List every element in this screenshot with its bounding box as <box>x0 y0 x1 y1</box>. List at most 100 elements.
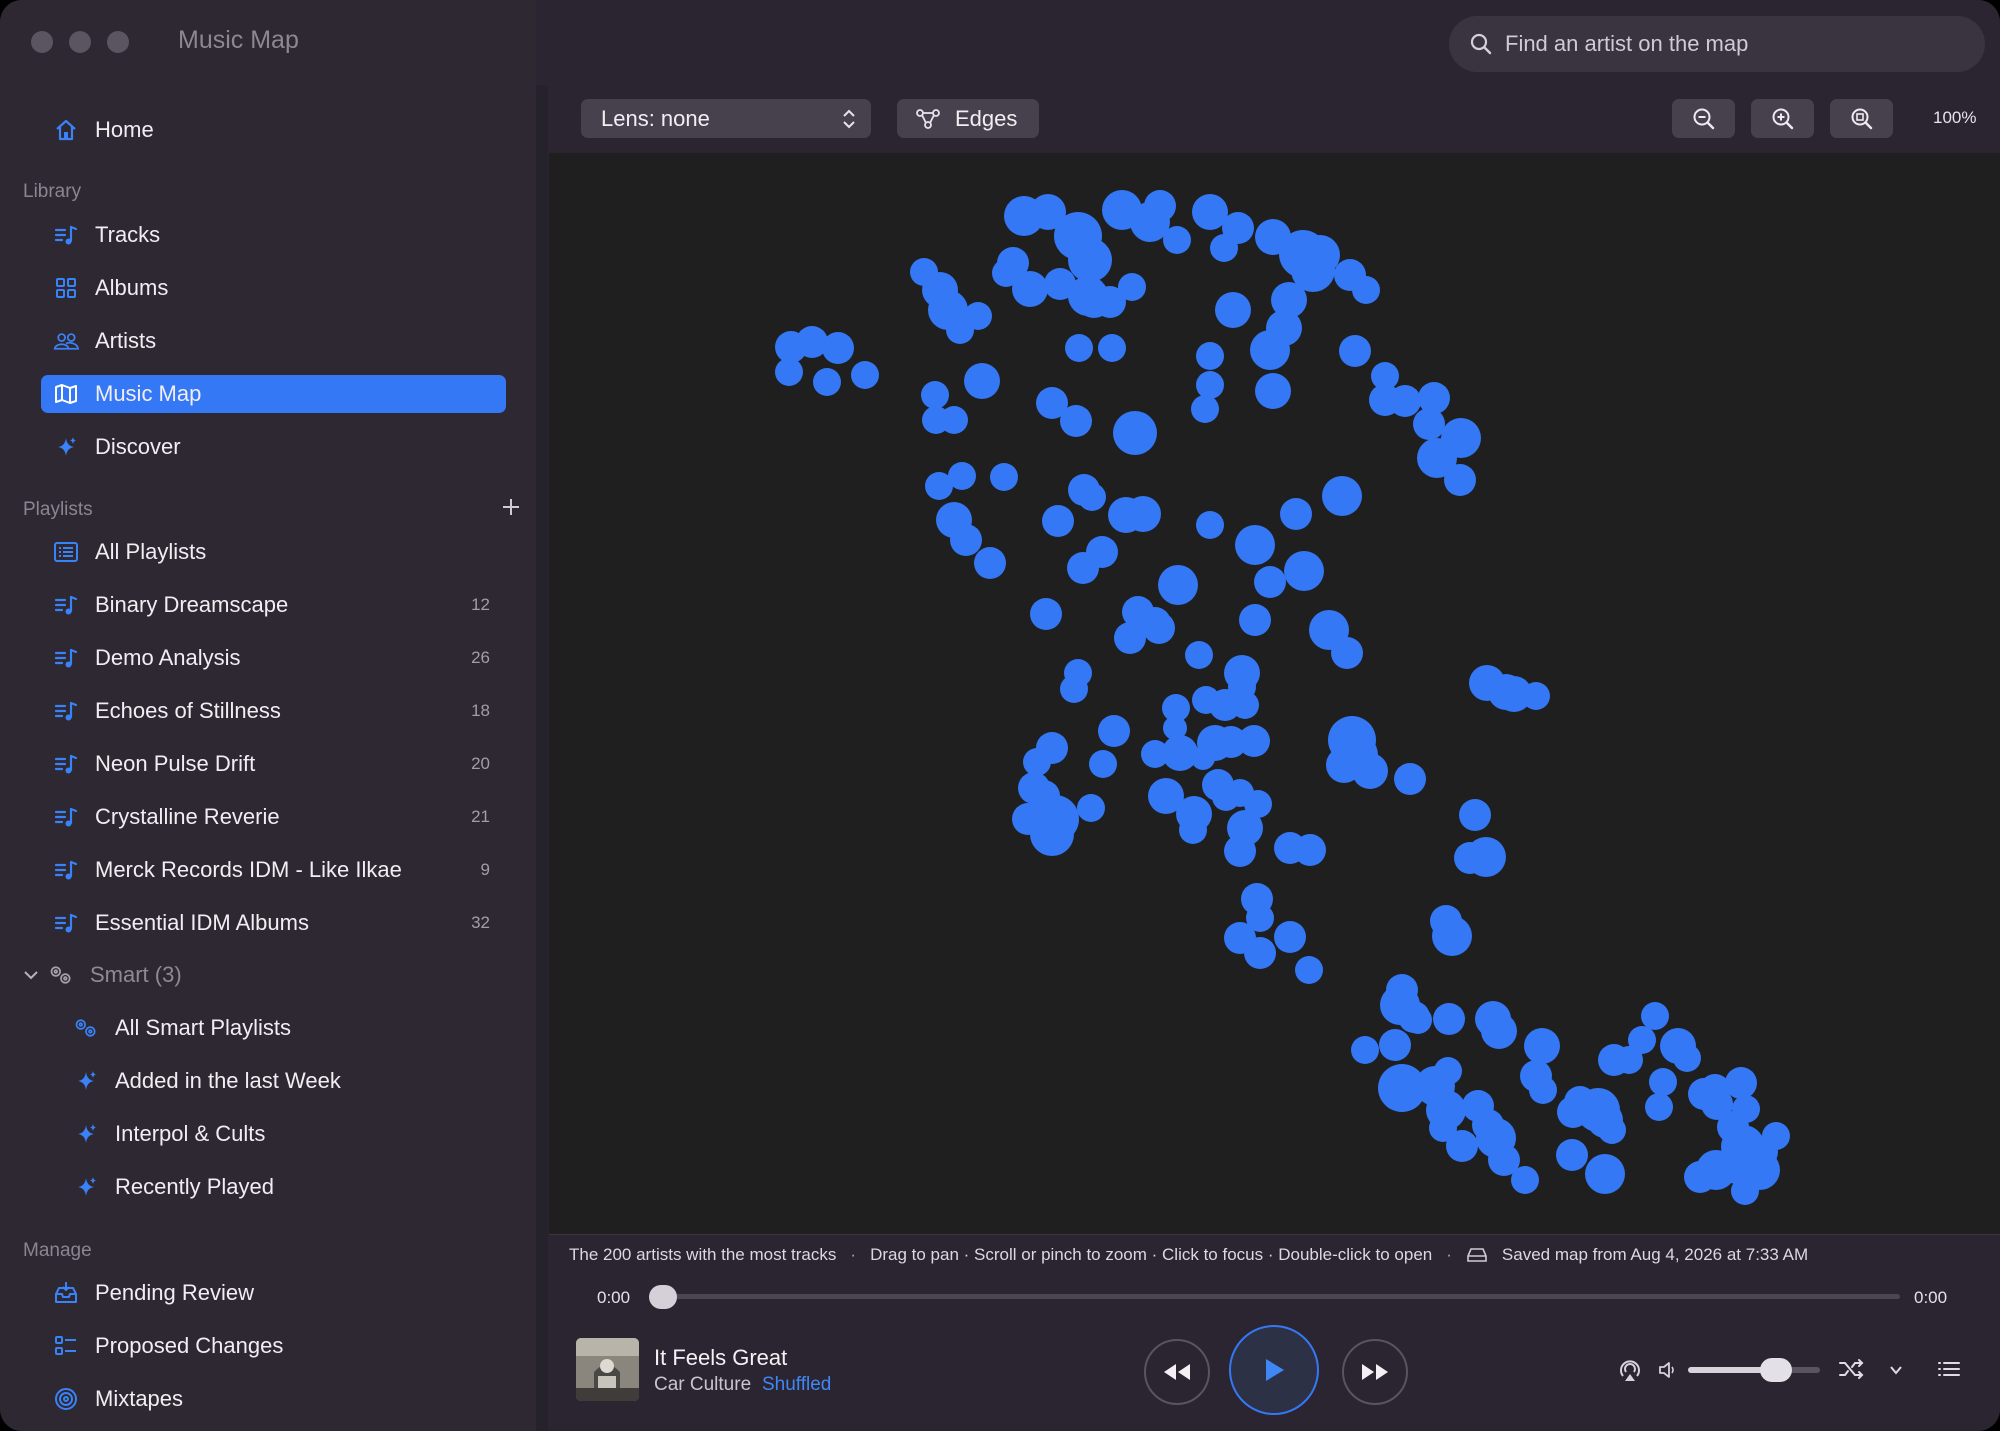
artist-node[interactable] <box>822 332 854 364</box>
artist-node[interactable] <box>1394 763 1426 795</box>
artist-node[interactable] <box>1556 1139 1588 1171</box>
sidebar-item-albums[interactable]: Albums <box>41 269 506 307</box>
fast-forward-button[interactable] <box>1342 1339 1408 1405</box>
artist-node[interactable] <box>1585 1154 1625 1194</box>
sidebar-item-playlist[interactable]: Echoes of Stillness 18 <box>41 692 506 730</box>
artist-node[interactable] <box>1192 686 1220 714</box>
artist-node[interactable] <box>1113 411 1157 455</box>
artist-node[interactable] <box>1762 1122 1790 1150</box>
zoom-in-button[interactable] <box>1751 99 1814 138</box>
artist-node[interactable] <box>1077 794 1105 822</box>
artist-node[interactable] <box>813 368 841 396</box>
artist-node[interactable] <box>1158 565 1198 605</box>
artist-node[interactable] <box>1239 604 1271 636</box>
minimize-window-button[interactable] <box>69 31 91 53</box>
artist-node[interactable] <box>1379 1029 1411 1061</box>
artist-node[interactable] <box>1331 637 1363 669</box>
artist-node[interactable] <box>1215 292 1251 328</box>
artist-node[interactable] <box>1228 673 1256 701</box>
artist-node[interactable] <box>1163 226 1191 254</box>
artist-node[interactable] <box>775 358 803 386</box>
playback-scrubber-handle[interactable] <box>649 1285 677 1309</box>
artist-node[interactable] <box>1125 496 1161 532</box>
lens-select[interactable]: Lens: none <box>581 99 871 138</box>
artist-node[interactable] <box>1295 956 1323 984</box>
sidebar-item-playlist[interactable]: Neon Pulse Drift 20 <box>41 745 506 783</box>
playback-progress-bar[interactable] <box>662 1294 1900 1299</box>
search-input[interactable]: Find an artist on the map <box>1505 31 1748 57</box>
artist-node[interactable] <box>1339 335 1371 367</box>
airplay-button[interactable] <box>1617 1357 1643 1383</box>
artist-node[interactable] <box>851 361 879 389</box>
artist-node[interactable] <box>1433 1003 1465 1035</box>
artist-node[interactable] <box>1224 835 1256 867</box>
sidebar-item-smart-playlist[interactable]: All Smart Playlists <box>41 1009 506 1047</box>
artist-node[interactable] <box>1598 1116 1626 1144</box>
artist-node[interactable] <box>1446 1130 1478 1162</box>
artist-node[interactable] <box>1284 551 1324 591</box>
sidebar-item-artists[interactable]: Artists <box>41 322 506 360</box>
artist-node[interactable] <box>1196 342 1224 370</box>
sidebar-item-all-playlists[interactable]: All Playlists <box>41 533 506 571</box>
sidebar-item-smart-playlist[interactable]: Interpol & Cults <box>41 1115 506 1153</box>
artist-node[interactable] <box>1731 1177 1759 1205</box>
artist-node[interactable] <box>1196 371 1224 399</box>
artist-node[interactable] <box>1274 921 1306 953</box>
artist-node-graph[interactable] <box>549 153 2000 1235</box>
rewind-button[interactable] <box>1144 1339 1210 1405</box>
sidebar-item-pending-review[interactable]: Pending Review <box>41 1274 506 1312</box>
artist-node[interactable] <box>1481 1013 1517 1049</box>
shuffle-button[interactable] <box>1838 1356 1866 1382</box>
sidebar-item-tracks[interactable]: Tracks <box>41 216 506 254</box>
sidebar-item-smart-playlist[interactable]: Added in the last Week <box>41 1062 506 1100</box>
artist-node[interactable] <box>974 547 1006 579</box>
artist-node[interactable] <box>1250 330 1290 370</box>
artist-node[interactable] <box>1078 483 1106 511</box>
artist-node[interactable] <box>1524 1028 1560 1064</box>
now-playing-artist[interactable]: Car Culture <box>654 1374 751 1396</box>
artist-node[interactable] <box>1118 273 1146 301</box>
artist-node[interactable] <box>1067 552 1099 584</box>
artist-node[interactable] <box>1098 715 1130 747</box>
artist-node[interactable] <box>1030 812 1074 856</box>
sidebar-item-discover[interactable]: Discover <box>41 428 506 466</box>
artist-node[interactable] <box>1098 334 1126 362</box>
artist-node[interactable] <box>946 316 974 344</box>
artist-node[interactable] <box>1255 373 1291 409</box>
artist-node[interactable] <box>1012 271 1048 307</box>
artist-node[interactable] <box>1432 916 1472 956</box>
artist-node[interactable] <box>1459 799 1491 831</box>
artist-node[interactable] <box>1235 525 1275 565</box>
artist-node[interactable] <box>1185 641 1213 669</box>
queue-button[interactable] <box>1936 1358 1962 1380</box>
sidebar-item-smart-playlist[interactable]: Recently Played <box>41 1168 506 1206</box>
artist-node[interactable] <box>1030 598 1062 630</box>
artist-node[interactable] <box>950 524 982 556</box>
sidebar-item-playlist[interactable]: Essential IDM Albums 32 <box>41 904 506 942</box>
artist-node[interactable] <box>1389 385 1421 417</box>
artist-node[interactable] <box>1280 498 1312 530</box>
artist-node[interactable] <box>1351 1036 1379 1064</box>
playback-options-button[interactable] <box>1888 1362 1904 1378</box>
artist-node[interactable] <box>1210 234 1238 262</box>
volume-slider-handle[interactable] <box>1760 1358 1792 1382</box>
artist-node[interactable] <box>1196 511 1224 539</box>
artist-node[interactable] <box>990 463 1018 491</box>
artist-node[interactable] <box>925 472 953 500</box>
edges-button[interactable]: Edges <box>897 99 1039 138</box>
artist-node[interactable] <box>1444 464 1476 496</box>
album-art[interactable] <box>576 1338 639 1401</box>
sidebar-item-home[interactable]: Home <box>41 111 506 149</box>
zoom-to-fit-button[interactable] <box>1830 99 1893 138</box>
artist-node[interactable] <box>1404 1006 1432 1034</box>
artist-node[interactable] <box>1036 732 1068 764</box>
artist-node[interactable] <box>1520 1060 1552 1092</box>
artist-node[interactable] <box>1060 405 1092 437</box>
music-map-canvas[interactable] <box>549 153 2000 1235</box>
sidebar-item-playlist[interactable]: Demo Analysis 26 <box>41 639 506 677</box>
sidebar-item-proposed-changes[interactable]: Proposed Changes <box>41 1327 506 1365</box>
artist-search-field[interactable]: Find an artist on the map <box>1449 16 1985 72</box>
artist-node[interactable] <box>1352 276 1380 304</box>
artist-node[interactable] <box>1060 675 1088 703</box>
artist-node[interactable] <box>1322 476 1362 516</box>
